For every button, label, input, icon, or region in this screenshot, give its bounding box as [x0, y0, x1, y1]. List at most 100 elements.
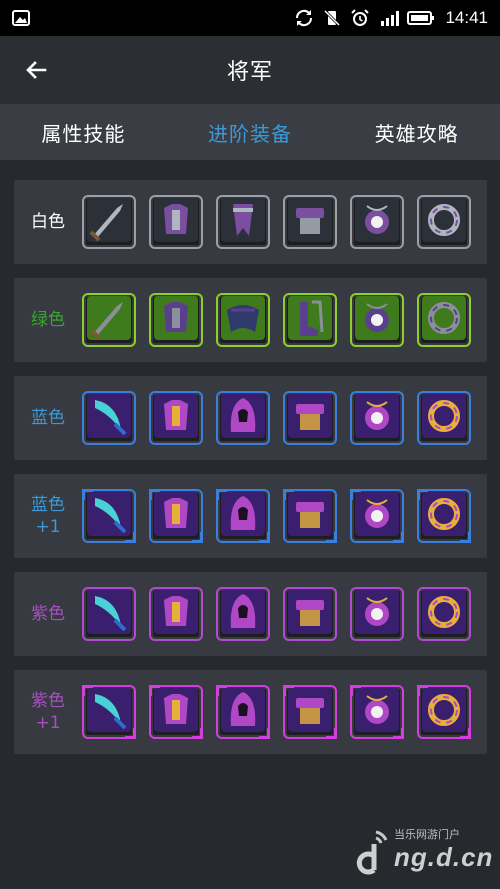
equipment-slot-amulet-icon[interactable]	[350, 489, 404, 543]
sash-icon	[221, 198, 265, 246]
tier-row: 蓝色 +1	[14, 474, 487, 558]
equipment-slot-sash-icon[interactable]	[216, 195, 270, 249]
belt-icon	[288, 688, 332, 736]
sync-icon	[295, 9, 313, 27]
hood-icon	[221, 688, 265, 736]
ring-icon	[422, 688, 466, 736]
app-header: 将军	[0, 36, 500, 104]
blade-icon	[87, 394, 131, 442]
amulet-icon	[355, 198, 399, 246]
armor-icon	[154, 198, 198, 246]
tier-label: 紫色 +1	[31, 691, 65, 733]
equipment-slot-hood-icon[interactable]	[216, 587, 270, 641]
image-icon	[12, 9, 30, 27]
cloak-icon	[221, 296, 265, 344]
chestplate-icon	[154, 590, 198, 638]
status-bar: 14:41	[0, 0, 500, 36]
equipment-slot-ring-icon[interactable]	[417, 685, 471, 739]
ring-icon	[422, 590, 466, 638]
tier-row: 绿色	[14, 278, 487, 362]
belt-icon	[288, 492, 332, 540]
watermark: 当乐网游门户 ng.d.cn	[354, 826, 494, 876]
equipment-slot-sword-icon[interactable]	[82, 195, 136, 249]
tab-attributes-skills[interactable]: 属性技能	[0, 118, 167, 147]
hood-icon	[221, 394, 265, 442]
tier-label: 蓝色	[31, 408, 65, 428]
tab-advanced-equipment[interactable]: 进阶装备	[167, 118, 334, 147]
boots-icon	[288, 296, 332, 344]
tab-bar: 属性技能 进阶装备 英雄攻略	[0, 104, 500, 160]
equipment-slot-armor-icon[interactable]	[149, 195, 203, 249]
equipment-slots	[82, 489, 471, 543]
alarm-icon	[351, 9, 370, 27]
amulet-icon	[355, 296, 399, 344]
equipment-slots	[82, 685, 471, 739]
ring-icon	[422, 492, 466, 540]
chestplate-icon	[154, 688, 198, 736]
equipment-slots	[82, 293, 471, 347]
amulet-icon	[355, 590, 399, 638]
page-title: 将军	[226, 60, 273, 85]
equipment-slot-blade-icon[interactable]	[82, 587, 136, 641]
equipment-slot-ring-icon[interactable]	[417, 391, 471, 445]
equipment-slot-belt-icon[interactable]	[283, 489, 337, 543]
sword-icon	[87, 198, 131, 246]
equipment-slot-hood-icon[interactable]	[216, 489, 270, 543]
equipment-slot-chestplate-icon[interactable]	[149, 391, 203, 445]
blade-icon	[87, 590, 131, 638]
back-button[interactable]	[18, 52, 54, 88]
equipment-slot-amulet-icon[interactable]	[350, 587, 404, 641]
equipment-slot-belt-icon[interactable]	[283, 391, 337, 445]
amulet-icon	[355, 492, 399, 540]
chestplate-icon	[154, 394, 198, 442]
signal-icon	[379, 9, 400, 27]
tier-row: 白色	[14, 180, 487, 264]
equipment-slot-hood-icon[interactable]	[216, 685, 270, 739]
equipment-slot-boots-icon[interactable]	[283, 293, 337, 347]
equipment-slot-belt-icon[interactable]	[283, 587, 337, 641]
equipment-slot-armor-icon[interactable]	[149, 293, 203, 347]
equipment-slot-amulet-icon[interactable]	[350, 391, 404, 445]
equipment-slot-amulet-icon[interactable]	[350, 195, 404, 249]
equipment-slot-blade-icon[interactable]	[82, 391, 136, 445]
equipment-slot-hood-icon[interactable]	[216, 391, 270, 445]
tab-hero-guide[interactable]: 英雄攻略	[333, 118, 500, 147]
equipment-slot-amulet-icon[interactable]	[350, 685, 404, 739]
equipment-slot-ring-icon[interactable]	[417, 587, 471, 641]
equipment-slot-ring-icon[interactable]	[417, 293, 471, 347]
hood-icon	[221, 492, 265, 540]
watermark-domain: ng.d.cn	[394, 842, 494, 872]
armor-icon	[154, 296, 198, 344]
equipment-slots	[82, 195, 471, 249]
equipment-slot-belt-icon[interactable]	[283, 195, 337, 249]
equipment-slot-ring-icon[interactable]	[417, 489, 471, 543]
site-logo-icon	[356, 830, 388, 875]
equipment-slot-amulet-icon[interactable]	[350, 293, 404, 347]
equipment-slots	[82, 391, 471, 445]
amulet-icon	[355, 688, 399, 736]
blade-icon	[87, 688, 131, 736]
equipment-slot-sword-icon[interactable]	[82, 293, 136, 347]
equipment-slot-blade-icon[interactable]	[82, 489, 136, 543]
tier-row: 蓝色	[14, 376, 487, 460]
vibrate-off-icon	[323, 9, 341, 27]
back-arrow-icon	[26, 61, 47, 79]
tier-label: 绿色	[31, 310, 65, 330]
equipment-slot-ring-icon[interactable]	[417, 195, 471, 249]
equipment-slot-belt-icon[interactable]	[283, 685, 337, 739]
equipment-slot-cloak-icon[interactable]	[216, 293, 270, 347]
amulet-icon	[355, 394, 399, 442]
equipment-panel: 白色 绿色 蓝色 蓝色 +1 紫色 紫色 +1	[14, 180, 487, 768]
belt-icon	[288, 198, 332, 246]
equipment-slot-chestplate-icon[interactable]	[149, 685, 203, 739]
blade-icon	[87, 492, 131, 540]
chestplate-icon	[154, 492, 198, 540]
sword-icon	[87, 296, 131, 344]
equipment-slot-blade-icon[interactable]	[82, 685, 136, 739]
equipment-slot-chestplate-icon[interactable]	[149, 489, 203, 543]
battery-icon	[407, 9, 435, 27]
tier-label: 白色	[31, 212, 65, 232]
ring-icon	[422, 296, 466, 344]
hood-icon	[221, 590, 265, 638]
equipment-slot-chestplate-icon[interactable]	[149, 587, 203, 641]
